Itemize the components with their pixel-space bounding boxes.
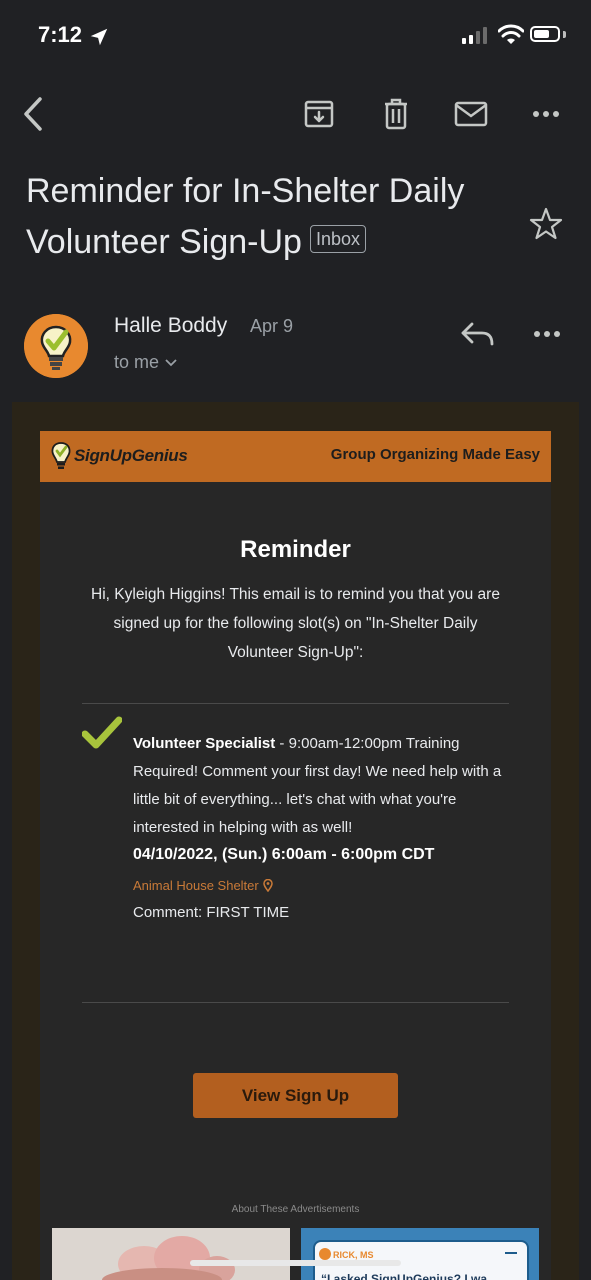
divider-top [82, 703, 509, 704]
delete-button[interactable] [376, 94, 416, 134]
archive-icon [304, 100, 334, 128]
ad-photo-image [52, 1228, 290, 1280]
lightbulb-icon [51, 442, 71, 469]
slot-role: Volunteer Specialist [133, 735, 276, 752]
slot-datetime: 04/10/2022, (Sun.) 6:00am - 6:00pm CDT [133, 846, 435, 863]
wifi-icon [498, 24, 524, 44]
checkmark-icon [82, 716, 122, 749]
recipient-toggle[interactable]: to me [114, 352, 177, 373]
lightbulb-logo-icon [24, 314, 88, 378]
recipient-text: to me [114, 352, 160, 372]
brand-logo[interactable]: SignUpGenius [50, 440, 188, 472]
ad-quote: “I asked SignUpGenius? I wa [321, 1272, 488, 1280]
location-arrow-icon [90, 28, 108, 46]
ad-left[interactable] [52, 1228, 290, 1280]
slot-location-link[interactable]: Animal House Shelter [133, 878, 273, 893]
ad-tag: RICK, MS [333, 1250, 374, 1260]
brand-tagline: Group Organizing Made Easy [330, 446, 540, 463]
status-time: 7:12 [38, 22, 83, 47]
reminder-heading: Reminder [240, 536, 351, 563]
reminder-intro: Hi, Kyleigh Higgins! This email is to re… [91, 586, 500, 661]
email-date: Apr 9 [250, 316, 294, 336]
inbox-label[interactable]: Inbox [309, 225, 366, 254]
more-options-button[interactable] [526, 94, 566, 134]
email-subject: Reminder for In-Shelter Daily Volunteer … [26, 166, 516, 268]
back-button[interactable] [14, 94, 54, 134]
cellular-signal-icon [462, 26, 487, 44]
avatar[interactable] [24, 314, 88, 378]
map-pin-icon [262, 879, 273, 892]
ad-right[interactable]: RICK, MS “I asked SignUpGenius? I wa [301, 1228, 539, 1280]
trash-icon [385, 98, 407, 130]
ads-label[interactable]: About These Advertisements [40, 1204, 551, 1215]
battery-icon [530, 26, 560, 42]
message-more-button[interactable] [528, 318, 568, 350]
reply-button[interactable] [458, 318, 498, 350]
location-text: Animal House Shelter [133, 878, 259, 893]
ad-avatar-icon [319, 1248, 331, 1260]
star-button[interactable] [528, 206, 564, 242]
archive-button[interactable] [299, 94, 339, 134]
sender-name[interactable]: Halle Boddy [114, 314, 227, 338]
chevron-left-icon [24, 97, 42, 131]
divider-bottom [82, 1002, 509, 1003]
battery-tip [563, 31, 566, 38]
chevron-down-icon [165, 358, 177, 366]
ad-divider [505, 1252, 517, 1254]
view-sign-up-button[interactable]: View Sign Up [193, 1073, 398, 1118]
mark-unread-button[interactable] [451, 94, 491, 134]
mail-icon [454, 101, 488, 127]
slot-comment: Comment: FIRST TIME [133, 904, 290, 921]
subject-text: Reminder for In-Shelter Daily Volunteer … [26, 172, 465, 261]
home-indicator[interactable] [190, 1260, 401, 1266]
slot-details: Volunteer Specialist - 9:00am-12:00pm Tr… [133, 730, 513, 842]
brand-name: SignUpGenius [74, 446, 188, 465]
more-horizontal-icon [533, 111, 559, 117]
